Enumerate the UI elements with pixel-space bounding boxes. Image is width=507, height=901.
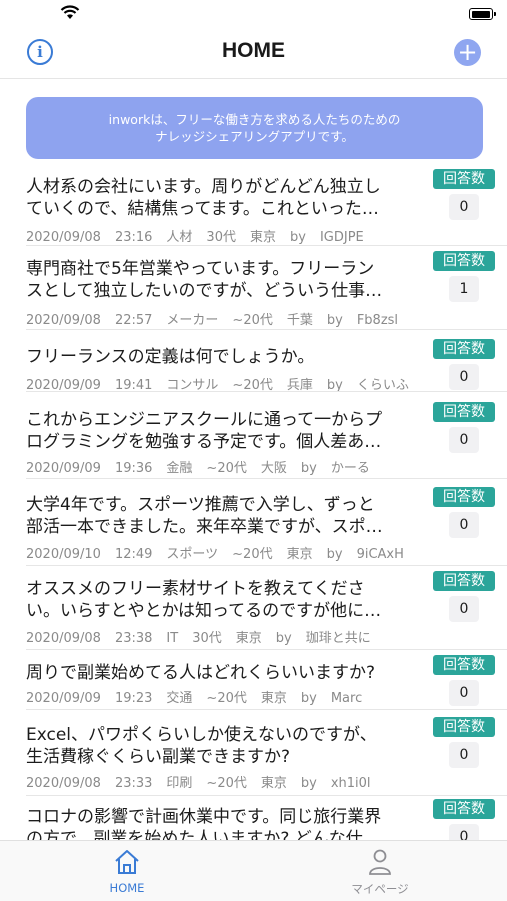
question-meta: 2020/09/10 12:49 スポーツ ~20代 東京 by 9iCAxH [26,547,404,562]
row-divider [26,709,507,710]
answer-count: 0 [449,512,479,538]
row-divider [26,565,507,566]
question-meta: 2020/09/08 22:57 メーカー ~20代 千葉 by Fb8zsl [26,313,399,328]
question-row[interactable]: フリーランスの定義は何でしょうか。 2020/09/09 19:41 コンサル ~20… [0,336,507,393]
answer-count-badge: 回答数 [433,487,495,507]
status-bar [0,0,507,26]
answer-count-badge: 回答数 [433,571,495,591]
question-title: コロナの影響で計画休業中です。同じ旅行業界 の方で、副業を始めた人いますか? どん… [26,807,382,840]
answer-count-badge: 回答数 [433,799,495,819]
answer-count: 0 [449,427,479,453]
tab-mypage[interactable]: マイページ [320,847,440,897]
wifi-icon [60,5,80,19]
question-row[interactable]: 周りで副業始めてる人はどれくらいいますか? 2020/09/09 19:23 交通 ~… [0,652,507,710]
answer-count: 0 [449,364,479,390]
question-title: 人材系の会社にいます。周りがどんどん独立し ていくので、結構焦ってます。これといっ… [26,177,381,219]
question-row[interactable]: コロナの影響で計画休業中です。同じ旅行業界 の方で、副業を始めた人いますか? どん… [0,796,507,840]
question-row[interactable]: これからエンジニアスクールに通って一からプ ログラミングを勉強する予定です。個人差… [0,399,507,479]
question-meta: 2020/09/09 19:36 金融 ~20代 大阪 by かーる [26,461,370,476]
question-meta: 2020/09/08 23:33 印刷 ~20代 東京 by xh1i0l [26,776,371,791]
tab-mypage-label: マイページ [351,882,409,896]
banner-line-1: inworkは、フリーな働き方を求める人たちのための [108,112,401,127]
tab-home-label: HOME [109,881,145,895]
nav-bar: i HOME + [0,26,507,79]
tab-bar: HOME マイページ [0,840,507,901]
row-divider [26,649,507,650]
answer-count: 0 [449,742,479,768]
question-title: これからエンジニアスクールに通って一からプ ログラミングを勉強する予定です。個人差… [26,410,383,452]
intro-banner: inworkは、フリーな働き方を求める人たちのための ナレッジシェアリングアプリ… [26,97,483,159]
answer-count: 0 [449,596,479,622]
row-divider [26,329,507,330]
battery-icon [469,8,496,20]
answer-count-badge: 回答数 [433,655,495,675]
question-title: オススメのフリー素材サイトを教えてくださ い。いらすとやとかは知ってるのですが他に… [26,579,382,621]
banner-line-2: ナレッジシェアリングアプリです。 [155,129,354,144]
answer-count-badge: 回答数 [433,402,495,422]
answer-count-badge: 回答数 [433,251,495,271]
row-divider [26,478,507,479]
question-row[interactable]: Excel、パワポくらいしか使えないのですが、 生活費稼ぐくらい副業できますか? … [0,714,507,796]
answer-count: 0 [449,194,479,220]
question-title: 専門商社で5年営業やっています。フリーラン スとして独立したいのですが、どういう仕… [26,259,383,301]
question-meta: 2020/09/08 23:38 IT 30代 東京 by 珈琲と共に [26,631,371,646]
home-icon [115,850,139,874]
answer-count: 0 [449,824,479,840]
question-list[interactable]: 人材系の会社にいます。周りがどんどん独立し ていくので、結構焦ってます。これといっ… [0,166,507,840]
question-title: 周りで副業始めてる人はどれくらいいますか? [26,663,376,683]
answer-count-badge: 回答数 [433,169,495,189]
question-meta: 2020/09/08 23:16 人材 30代 東京 by IGDJPE [26,230,364,245]
question-row[interactable]: 専門商社で5年営業やっています。フリーラン スとして独立したいのですが、どういう仕… [0,248,507,330]
tab-home[interactable]: HOME [67,847,187,895]
question-title: Excel、パワポくらいしか使えないのですが、 生活費稼ぐくらい副業できますか? [26,725,377,767]
row-divider [26,245,507,246]
row-divider [26,391,507,392]
question-row[interactable]: オススメのフリー素材サイトを教えてくださ い。いらすとやとかは知ってるのですが他に… [0,568,507,650]
answer-count: 1 [449,276,479,302]
answer-count: 0 [449,680,479,706]
question-title: フリーランスの定義は何でしょうか。 [26,347,315,367]
person-icon [369,849,391,875]
answer-count-badge: 回答数 [433,339,495,359]
question-meta: 2020/09/09 19:23 交通 ~20代 東京 by Marc [26,691,363,706]
question-title: 大学4年です。スポーツ推薦で入学し、ずっと 部活一本できました。来年卒業ですが、ス… [26,495,383,537]
add-question-button[interactable]: + [454,39,481,66]
page-title: HOME [222,39,285,62]
question-row[interactable]: 人材系の会社にいます。周りがどんどん独立し ていくので、結構焦ってます。これといっ… [0,166,507,246]
question-row[interactable]: 大学4年です。スポーツ推薦で入学し、ずっと 部活一本できました。来年卒業ですが、ス… [0,484,507,566]
answer-count-badge: 回答数 [433,717,495,737]
